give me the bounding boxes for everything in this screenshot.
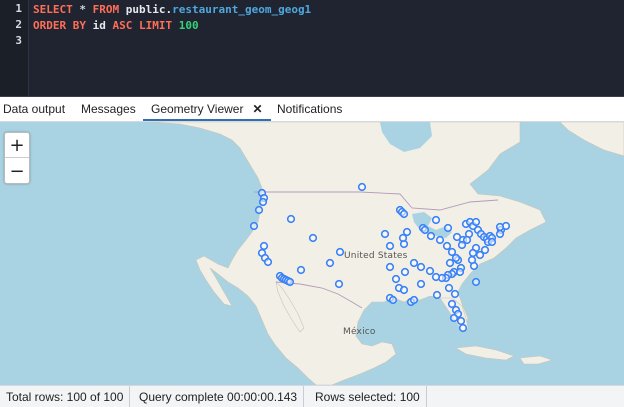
schema-name: public. [125,3,173,16]
restaurant-point-marker[interactable] [432,290,442,300]
restaurant-point-marker[interactable] [445,258,455,268]
restaurant-point-marker[interactable] [444,283,454,293]
restaurant-point-marker[interactable] [456,316,466,326]
restaurant-point-marker[interactable] [442,241,452,251]
restaurant-point-marker[interactable] [457,240,467,250]
table-name: restaurant_geom_geog1 [172,3,312,16]
result-tabs: Data output Messages Geometry Viewer ✕ No… [0,97,624,122]
restaurant-point-marker[interactable] [495,229,505,239]
restaurant-point-marker[interactable] [455,267,465,277]
keyword-limit: LIMIT [138,19,173,32]
keyword-select: SELECT [33,3,73,16]
restaurant-point-marker[interactable] [254,205,264,215]
limit-value: 100 [178,19,199,32]
tab-label: Data output [3,102,66,116]
restaurant-point-marker[interactable] [385,241,395,251]
line-number: 1 [15,2,22,15]
tab-label: Geometry Viewer [151,102,244,116]
restaurant-point-marker[interactable] [449,313,459,323]
restaurant-point-marker[interactable] [334,279,344,289]
restaurant-point-marker[interactable] [385,262,395,272]
star-operator: * [79,3,86,16]
code-line-2: ORDER BY id ASC LIMIT 100 [33,18,199,34]
restaurant-point-marker[interactable] [416,262,426,272]
tab-messages[interactable]: Messages [81,97,136,121]
restaurant-point-marker[interactable] [335,247,345,257]
restaurant-point-marker[interactable] [450,289,460,299]
line-number-gutter: 1 2 3 [0,0,29,96]
restaurant-point-marker[interactable] [425,266,435,276]
restaurant-point-marker[interactable] [259,241,269,251]
restaurant-point-marker[interactable] [399,285,409,295]
query-complete-status: Query complete 00:00:00.143 [133,386,305,407]
restaurant-point-marker[interactable] [398,233,408,243]
basemap [149,122,624,385]
restaurant-point-marker[interactable] [357,182,367,192]
restaurant-point-marker[interactable] [487,237,497,247]
restaurant-point-marker[interactable] [431,215,441,225]
restaurant-point-marker[interactable] [285,277,295,287]
keyword-from: FROM [92,3,120,16]
restaurant-point-marker[interactable] [468,248,478,258]
restaurant-point-marker[interactable] [409,295,419,305]
total-rows-status: Total rows: 100 of 100 [0,386,131,407]
restaurant-point-marker[interactable] [409,258,419,268]
close-icon[interactable]: ✕ [252,102,262,116]
restaurant-point-marker[interactable] [495,222,505,232]
cuba [455,345,515,361]
zoom-control: + − [4,132,30,184]
restaurant-point-marker[interactable] [400,267,410,277]
hispaniola [519,355,554,365]
tab-label: Messages [81,102,136,116]
restaurant-point-marker[interactable] [451,253,461,263]
restaurant-point-marker[interactable] [286,214,296,224]
restaurant-point-marker[interactable] [416,279,426,289]
restaurant-point-marker[interactable] [420,225,430,235]
tab-notifications[interactable]: Notifications [277,97,342,121]
rows-selected-status: Rows selected: 100 [309,386,427,407]
tab-label: Notifications [277,102,343,116]
column-name: id [92,19,106,32]
status-bar: Total rows: 100 of 100 Query complete 00… [0,385,624,407]
restaurant-point-marker[interactable] [471,217,481,227]
sql-editor[interactable]: 1 2 3 SELECT * FROM public.restaurant_ge… [0,0,624,97]
restaurant-point-marker[interactable] [263,257,273,267]
restaurant-point-marker[interactable] [391,274,401,284]
restaurant-point-marker[interactable] [435,235,445,245]
country-label-us: United States [344,251,408,261]
restaurant-point-marker[interactable] [471,277,481,287]
line-number: 3 [15,34,22,47]
restaurant-point-marker[interactable] [388,295,398,305]
restaurant-point-marker[interactable] [380,229,390,239]
code-line-1: SELECT * FROM public.restaurant_geom_geo… [33,2,311,18]
restaurant-point-marker[interactable] [443,223,453,233]
keyword-asc: ASC [112,19,133,32]
restaurant-point-marker[interactable] [458,323,468,333]
restaurant-point-marker[interactable] [249,221,259,231]
restaurant-point-marker[interactable] [325,258,335,268]
restaurant-point-marker[interactable] [426,231,436,241]
keyword-order-by: ORDER BY [33,19,86,32]
country-label-mexico: México [343,327,376,337]
restaurant-point-marker[interactable] [431,272,441,282]
zoom-in-button[interactable]: + [5,133,29,158]
restaurant-point-marker[interactable] [467,255,477,265]
geometry-map[interactable]: + − United States México [0,122,624,385]
tab-data-output[interactable]: Data output [3,97,65,121]
zoom-out-button[interactable]: − [5,159,29,184]
restaurant-point-marker[interactable] [399,209,409,219]
restaurant-point-marker[interactable] [308,233,318,243]
tab-geometry-viewer[interactable]: Geometry Viewer ✕ [143,97,271,121]
line-number: 2 [15,18,22,31]
restaurant-point-marker[interactable] [258,197,268,207]
restaurant-point-marker[interactable] [296,265,306,275]
restaurant-point-marker[interactable] [480,245,490,255]
greenland [559,122,624,157]
